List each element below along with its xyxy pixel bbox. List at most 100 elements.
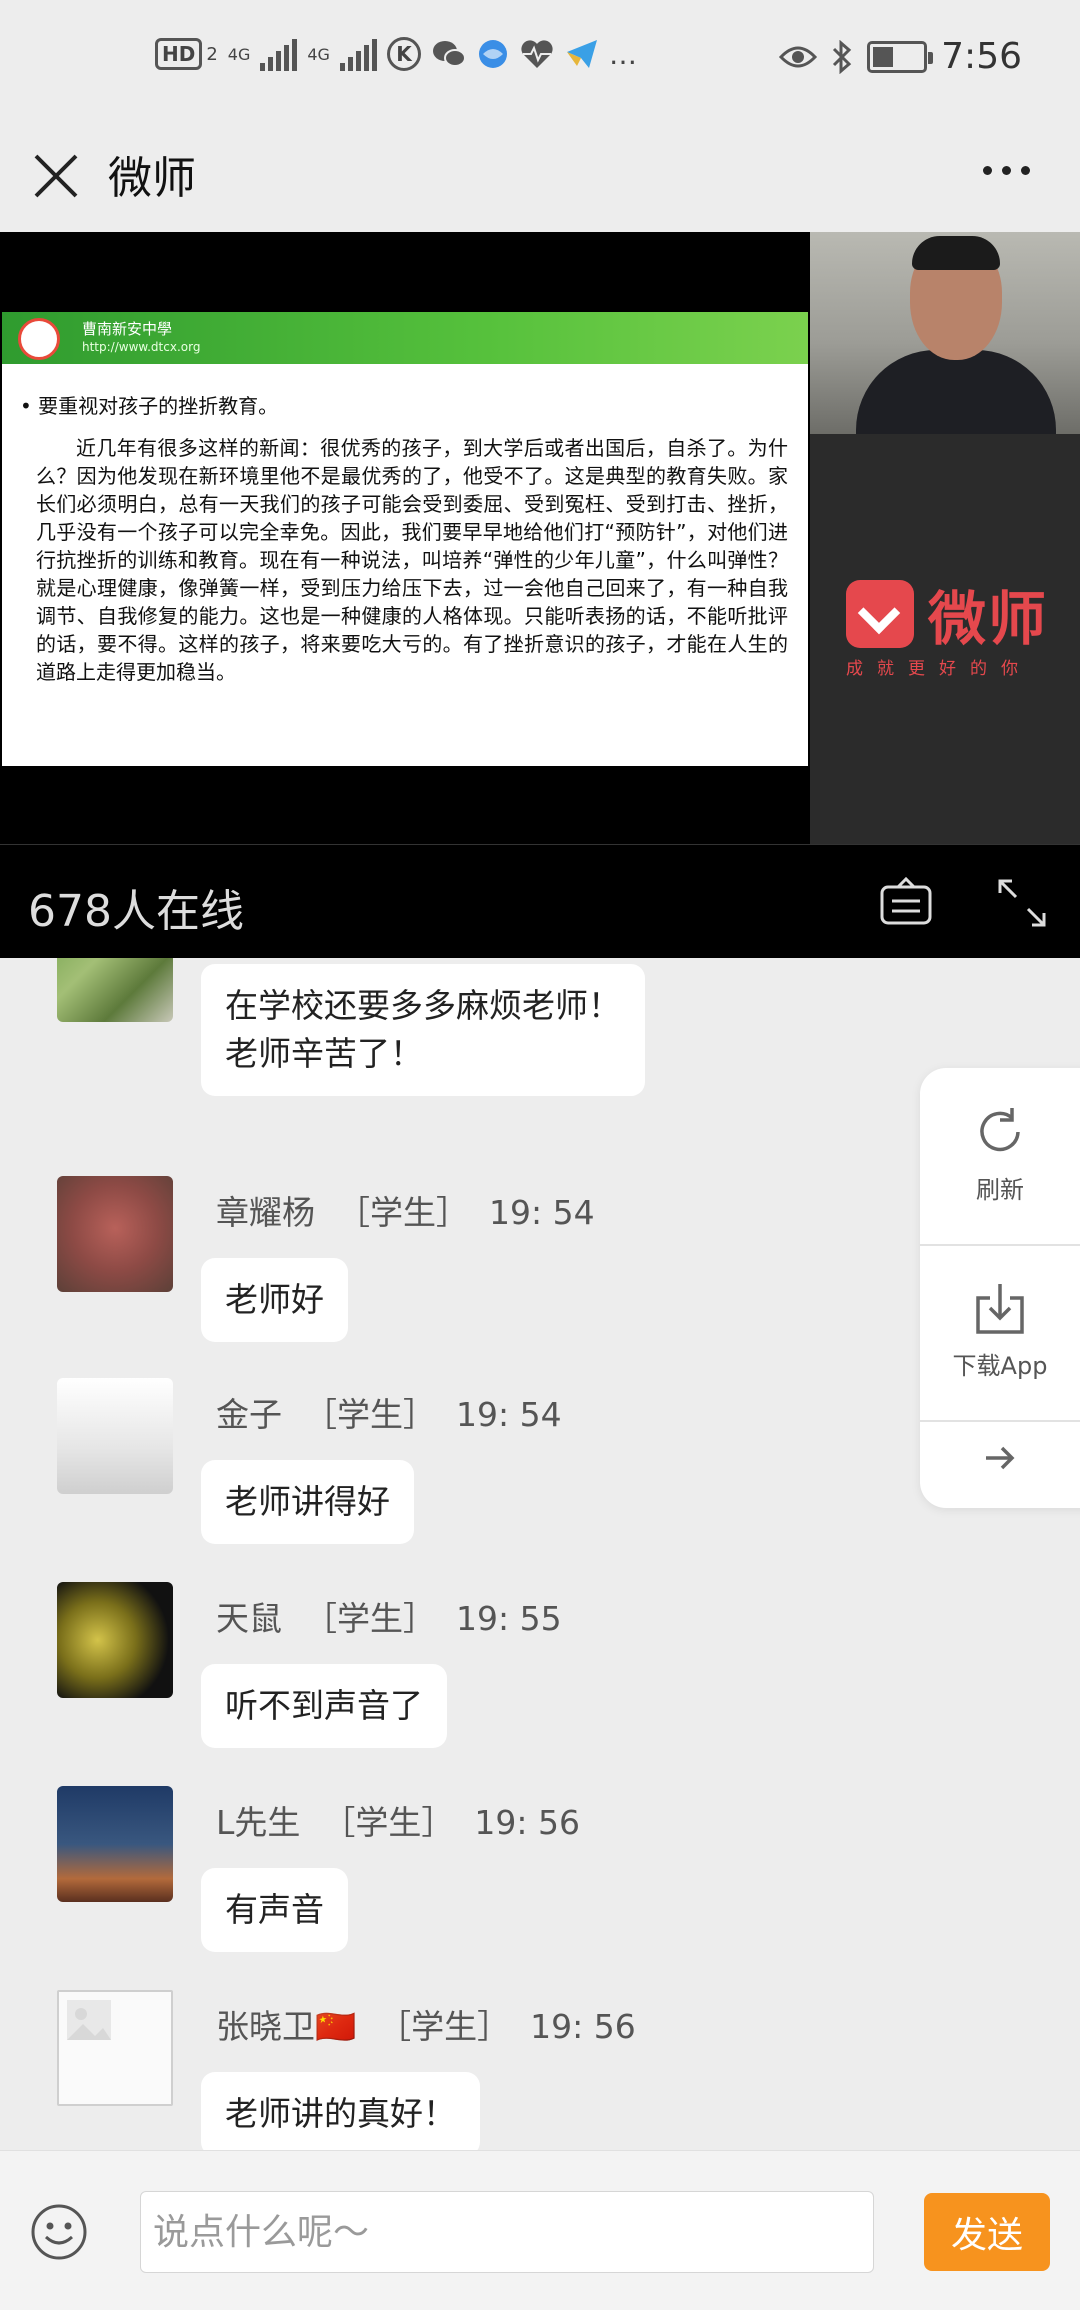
danmaku-icon bbox=[880, 876, 932, 925]
chat-bubble: 老师好 bbox=[201, 1258, 348, 1342]
close-icon bbox=[34, 154, 78, 198]
arrow-right-icon bbox=[986, 1446, 1015, 1470]
signal-icon bbox=[260, 37, 298, 71]
more-dot-icon bbox=[983, 166, 992, 175]
emoji-button[interactable] bbox=[30, 2203, 88, 2261]
teacher-camera-panel: 微师 成就更好的你 bbox=[810, 232, 1080, 844]
signal-4g-label-2: 4G bbox=[307, 44, 330, 64]
chat-bubble: 老师讲的真好！ bbox=[201, 2072, 480, 2150]
sender-name: 金子 bbox=[216, 1395, 282, 1434]
chat-input-bar: 发送 bbox=[0, 2150, 1080, 2310]
browser-icon bbox=[477, 36, 509, 72]
avatar[interactable] bbox=[57, 958, 173, 1022]
sender-role: ［学生］ bbox=[378, 2007, 511, 2046]
close-button[interactable] bbox=[28, 148, 84, 204]
slide-bullet-text: 要重视对孩子的挫折教育。 bbox=[38, 394, 279, 418]
eye-icon bbox=[779, 39, 818, 75]
chat-bubble: 听不到声音了 bbox=[201, 1664, 447, 1748]
chat-message-list[interactable]: 在学校还要多多麻烦老师！ 老师辛苦了！ 章耀杨 ［学生］ 19: 54 老师好 金子… bbox=[0, 958, 1080, 2150]
brand-slogan: 成就更好的你 bbox=[846, 659, 1032, 679]
sender-name: 张晓卫🇨🇳 bbox=[216, 2007, 357, 2046]
title-bar: 微师 bbox=[0, 122, 1080, 232]
school-logo-icon bbox=[18, 318, 60, 360]
more-notifications-icon: … bbox=[608, 37, 637, 71]
avatar[interactable] bbox=[57, 1582, 173, 1698]
send-button[interactable]: 发送 bbox=[924, 2193, 1050, 2271]
slide-header: 曹南新安中學 http://www.dtcx.org bbox=[2, 312, 808, 364]
avatar[interactable] bbox=[57, 1176, 173, 1292]
sender-name: L先生 bbox=[216, 1803, 301, 1842]
avatar[interactable] bbox=[57, 1990, 173, 2106]
health-icon bbox=[519, 36, 555, 72]
status-icons-left: HD 2 4G 4G K … bbox=[155, 36, 637, 72]
message-meta: 张晓卫🇨🇳 ［学生］ 19: 56 bbox=[216, 2000, 636, 2048]
chat-bubble: 在学校还要多多麻烦老师！ 老师辛苦了！ bbox=[201, 964, 645, 1096]
slide-school-url: http://www.dtcx.org bbox=[82, 340, 201, 354]
sender-role: ［学生］ bbox=[304, 1599, 436, 1638]
brand-logo: 微师 bbox=[846, 572, 1048, 656]
message-meta: 章耀杨 ［学生］ 19: 54 bbox=[216, 1186, 595, 1234]
sim-slot-label: 2 bbox=[206, 43, 218, 65]
presentation-slide: 曹南新安中學 http://www.dtcx.org • 要重视对孩子的挫折教育… bbox=[2, 312, 808, 766]
brand-heart-icon bbox=[846, 580, 914, 648]
message-time: 19: 56 bbox=[474, 1803, 580, 1842]
message-meta: L先生 ［学生］ 19: 56 bbox=[216, 1796, 580, 1844]
more-menu-button[interactable] bbox=[983, 166, 1030, 175]
signal-icon-2 bbox=[339, 37, 377, 71]
wechat-icon bbox=[431, 36, 467, 72]
status-time: 7:56 bbox=[941, 36, 1022, 77]
download-icon bbox=[976, 1284, 1024, 1334]
refresh-button[interactable]: 刷新 bbox=[920, 1104, 1080, 1205]
teacher-video-feed bbox=[810, 232, 1080, 434]
slide-body-text: 近几年有很多这样的新闻：很优秀的孩子，到大学后或者出国后，自杀了。为什么？因为他… bbox=[36, 436, 788, 684]
refresh-icon bbox=[980, 1108, 1020, 1152]
more-dot-icon bbox=[1021, 166, 1030, 175]
hd-badge: HD bbox=[155, 38, 203, 70]
sender-role: ［学生］ bbox=[337, 1193, 469, 1232]
more-dot-icon bbox=[1002, 166, 1011, 175]
teacher-figure-hair bbox=[912, 236, 1000, 270]
avatar[interactable] bbox=[57, 1378, 173, 1494]
slide-school-name: 曹南新安中學 bbox=[82, 320, 173, 338]
signal-4g-label-1: 4G bbox=[227, 44, 251, 64]
sender-name: 天鼠 bbox=[216, 1599, 282, 1638]
avatar[interactable] bbox=[57, 1786, 173, 1902]
status-icons-right: 7:56 bbox=[779, 36, 1022, 77]
brand-name: 微师 bbox=[928, 585, 1049, 653]
slide-bullet: • 要重视对孩子的挫折教育。 bbox=[20, 394, 279, 418]
chat-message-input[interactable] bbox=[140, 2191, 874, 2273]
live-video-area[interactable]: 曹南新安中學 http://www.dtcx.org • 要重视对孩子的挫折教育… bbox=[0, 232, 1080, 844]
online-bar: 678人在线 bbox=[0, 844, 1080, 958]
sender-name: 章耀杨 bbox=[216, 1193, 315, 1232]
status-bar: HD 2 4G 4G K … 7:56 bbox=[0, 0, 1080, 122]
fullscreen-button[interactable] bbox=[994, 875, 1050, 931]
battery-icon bbox=[867, 40, 934, 73]
refresh-label: 刷新 bbox=[976, 1176, 1024, 1204]
chat-bubble: 有声音 bbox=[201, 1868, 348, 1952]
chat-bubble: 老师讲得好 bbox=[201, 1460, 414, 1544]
download-app-button[interactable]: 下载App bbox=[920, 1280, 1080, 1381]
danmaku-toggle-button[interactable] bbox=[878, 875, 934, 929]
message-time: 19: 56 bbox=[530, 2007, 636, 2046]
collapse-panel-button[interactable] bbox=[920, 1438, 1080, 1484]
fullscreen-icon bbox=[998, 879, 1046, 927]
paper-plane-icon bbox=[565, 36, 599, 72]
sender-role: ［学生］ bbox=[322, 1803, 455, 1842]
message-meta: 天鼠 ［学生］ 19: 55 bbox=[216, 1592, 562, 1640]
message-time: 19: 55 bbox=[456, 1599, 562, 1638]
sender-role: ［学生］ bbox=[304, 1395, 436, 1434]
k-app-icon: K bbox=[386, 37, 421, 71]
message-time: 19: 54 bbox=[456, 1395, 562, 1434]
online-count: 678人在线 bbox=[28, 886, 244, 937]
teacher-figure-body bbox=[856, 350, 1056, 434]
emoji-icon bbox=[31, 2204, 87, 2260]
image-placeholder-icon bbox=[67, 2000, 111, 2040]
side-divider bbox=[920, 1244, 1080, 1246]
side-action-panel: 刷新 下载App bbox=[920, 1068, 1080, 1508]
side-divider bbox=[920, 1420, 1080, 1422]
page-title: 微师 bbox=[108, 153, 196, 204]
download-app-label: 下载App bbox=[952, 1352, 1048, 1380]
message-meta: 金子 ［学生］ 19: 54 bbox=[216, 1388, 562, 1436]
bluetooth-icon bbox=[831, 39, 853, 75]
message-time: 19: 54 bbox=[489, 1193, 595, 1232]
